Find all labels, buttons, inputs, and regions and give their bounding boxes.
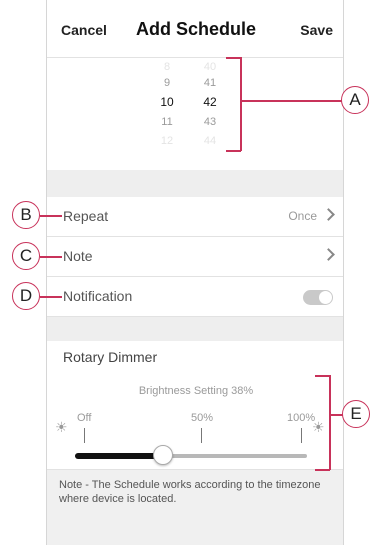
section-divider [47, 317, 343, 341]
chevron-right-icon [322, 208, 335, 221]
notification-toggle[interactable] [303, 290, 333, 305]
notification-row: Notification [47, 277, 343, 317]
tick-mark [201, 428, 202, 443]
minute-option[interactable]: 43 [195, 116, 225, 128]
callout-bracket [226, 57, 241, 59]
minute-option[interactable]: 40 [195, 61, 225, 73]
tick-mark [301, 428, 302, 443]
repeat-label: Repeat [63, 208, 109, 224]
toggle-knob [319, 291, 332, 304]
callout-bracket [226, 150, 241, 152]
callout-c: C [12, 242, 40, 270]
dimmer-title: Rotary Dimmer [63, 349, 158, 365]
brightness-setting-label: Brightness Setting 38% [138, 385, 254, 397]
callout-d: D [12, 282, 40, 310]
callout-line [329, 414, 343, 416]
callout-b: B [12, 201, 40, 229]
notification-label: Notification [63, 288, 133, 304]
minute-selected[interactable]: 42 [195, 95, 225, 109]
hour-selected[interactable]: 10 [152, 95, 182, 109]
section-divider [47, 170, 343, 198]
callout-bracket [315, 375, 330, 377]
tick-label-50: 50% [191, 412, 214, 424]
rotary-dimmer-panel: Rotary Dimmer Brightness Setting 38% Off… [47, 341, 343, 470]
minute-option[interactable]: 44 [195, 135, 225, 147]
callout-line [40, 215, 62, 217]
repeat-row[interactable]: Repeat Once [47, 197, 343, 237]
callout-bracket [315, 469, 330, 471]
brightness-low-icon: ☀ [55, 419, 68, 435]
time-picker[interactable]: 8 9 10 11 12 40 41 42 43 44 [47, 58, 343, 170]
callout-line [240, 100, 342, 102]
minute-option[interactable]: 41 [195, 77, 225, 89]
timezone-note: Note - The Schedule works according to t… [59, 479, 321, 505]
save-button[interactable]: Save [300, 22, 333, 38]
note-label: Note [63, 248, 93, 264]
callout-line [40, 296, 62, 298]
callout-bracket [329, 375, 331, 470]
schedule-screen: Cancel Add Schedule Save 8 9 10 11 12 40… [46, 0, 344, 545]
hour-option[interactable]: 12 [152, 135, 182, 147]
callout-bracket [240, 57, 242, 151]
repeat-value: Once [288, 209, 317, 223]
note-row[interactable]: Note [47, 237, 343, 277]
slider-thumb[interactable] [153, 445, 174, 465]
tick-label-off: Off [77, 412, 92, 424]
brightness-high-icon: ☀ [312, 419, 325, 435]
callout-line [40, 256, 62, 258]
callout-e: E [342, 400, 370, 428]
tick-mark [84, 428, 85, 443]
hour-option[interactable]: 11 [152, 116, 182, 128]
tick-label-100: 100% [287, 412, 316, 424]
hour-option[interactable]: 8 [152, 61, 182, 73]
chevron-right-icon [322, 248, 335, 261]
header-bar: Cancel Add Schedule Save [47, 0, 343, 58]
slider-fill [75, 453, 164, 459]
callout-a: A [341, 86, 369, 114]
hour-option[interactable]: 9 [152, 77, 182, 89]
